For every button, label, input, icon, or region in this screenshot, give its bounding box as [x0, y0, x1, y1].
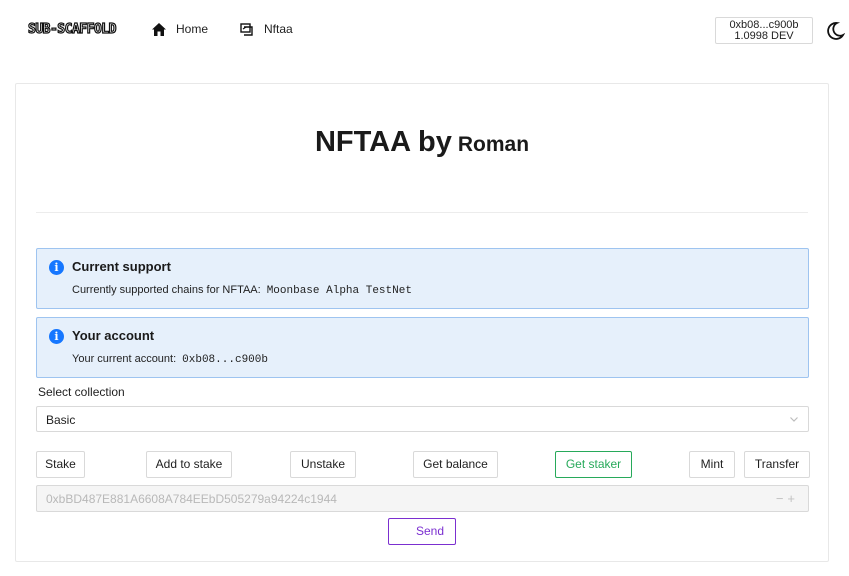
alert-label: Currently supported chains for NFTAA: [72, 284, 261, 296]
account-balance: 1.0998 DEV [734, 30, 794, 42]
title-owner: Roman [457, 133, 530, 156]
get-balance-button[interactable]: Get balance [413, 451, 498, 478]
send-button[interactable]: Send [388, 518, 456, 545]
get-staker-button[interactable]: Get staker [555, 451, 632, 478]
account-widget[interactable]: 0xb08...c900b 1.0998 DEV [715, 17, 813, 44]
address-input-value: 0xbBD487E881A6608A784EEbD505279a94224c19… [46, 492, 337, 506]
alert-description: Currently supported chains for NFTAA: Moo… [72, 284, 412, 297]
alert-current-support: i Current support Currently supported ch… [36, 248, 809, 309]
nav-label-home: Home [176, 22, 209, 36]
main-card: NFTAA by Roman i Current support Currentl… [15, 83, 829, 562]
app-header: SUB-SCAFFOLD Home Nftaa 0xb08...c900b 1.… [0, 0, 849, 62]
collection-selected-value: Basic [46, 413, 76, 427]
stepper-controls[interactable]: −+ [776, 491, 799, 506]
minus-icon[interactable]: − [776, 491, 788, 506]
select-collection-label: Select collection [38, 385, 125, 399]
alert-label: Your current account: [72, 353, 177, 365]
moon-icon[interactable] [825, 21, 846, 46]
info-icon: i [49, 329, 64, 344]
alert-your-account: i Your account Your current account: 0xb0… [36, 317, 809, 378]
unstake-button[interactable]: Unstake [290, 451, 356, 478]
alert-title: Your account [72, 328, 155, 343]
info-icon: i [49, 260, 64, 275]
alert-value: 0xb08...c900b [182, 354, 268, 366]
title-text: NFTAA by [314, 126, 452, 158]
nav-item-home[interactable]: Home [152, 22, 208, 36]
collection-select[interactable]: Basic [36, 406, 809, 432]
logo[interactable]: SUB-SCAFFOLD [27, 21, 117, 38]
divider [36, 212, 808, 213]
plus-icon[interactable]: + [787, 491, 799, 506]
transfer-button[interactable]: Transfer [744, 451, 810, 478]
page-title: NFTAA by Roman [16, 126, 828, 159]
chevron-down-icon [789, 413, 799, 427]
alert-title: Current support [72, 259, 171, 274]
nav-label-nftaa: Nftaa [264, 22, 293, 36]
nav-item-nftaa[interactable]: Nftaa [240, 22, 293, 36]
stake-button[interactable]: Stake [36, 451, 85, 478]
address-input[interactable]: 0xbBD487E881A6608A784EEbD505279a94224c19… [36, 485, 809, 512]
alert-description: Your current account: 0xb08...c900b [72, 353, 268, 366]
mint-button[interactable]: Mint [689, 451, 735, 478]
home-icon [152, 22, 166, 36]
nft-icon [240, 22, 254, 36]
alert-value: Moonbase Alpha TestNet [266, 285, 412, 297]
add-to-stake-button[interactable]: Add to stake [146, 451, 232, 478]
